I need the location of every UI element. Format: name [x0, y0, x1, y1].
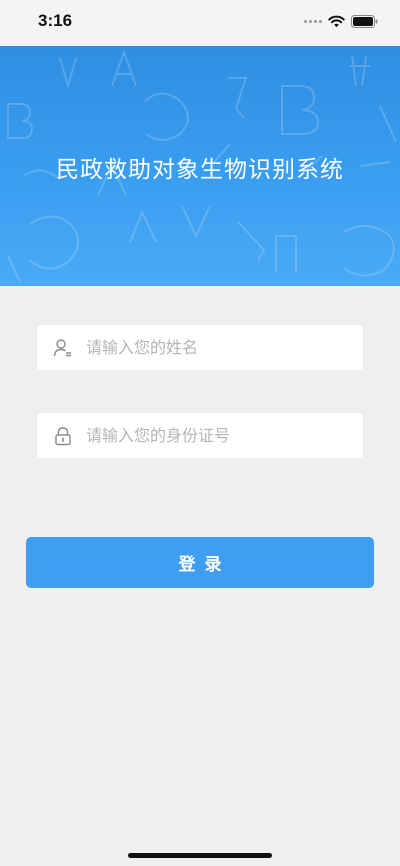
status-time: 3:16: [38, 11, 73, 30]
name-field: [37, 325, 363, 370]
id-number-field: [37, 413, 363, 458]
app-title: 民政救助对象生物识别系统: [56, 157, 344, 183]
login-button[interactable]: 登录: [26, 537, 374, 588]
battery-icon: [351, 14, 378, 28]
user-icon: [52, 337, 74, 359]
name-input[interactable]: [86, 325, 346, 370]
status-bar: 3:16: [0, 0, 400, 46]
lock-icon: [52, 425, 74, 447]
login-screen: 3:16 民政救助对象生物识别系统 请输入您的姓名 请输入您的身份证号 登录: [0, 0, 400, 866]
header-banner: 民政救助对象生物识别系统: [0, 46, 400, 286]
wifi-icon: [328, 15, 345, 27]
signal-icon: [304, 19, 322, 23]
home-indicator[interactable]: [128, 853, 272, 858]
id-number-input[interactable]: [86, 413, 346, 458]
status-icons: [304, 14, 378, 28]
